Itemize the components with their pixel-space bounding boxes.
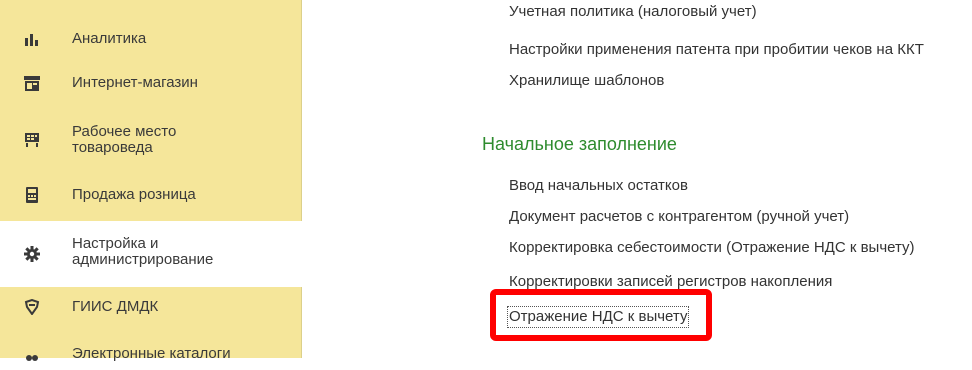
sidebar-item-label: Рабочее место товароведа — [72, 123, 177, 156]
sidebar-item-label: Настройка и администрирование — [72, 235, 214, 268]
sidebar-item-settings-administration[interactable]: Настройка и администрирование — [0, 221, 303, 287]
bar-chart-icon — [24, 31, 40, 47]
link-patent-settings[interactable]: Настройки применения патента при пробити… — [509, 41, 924, 59]
section-title: Начальное заполнение — [482, 134, 677, 154]
link-initial-balances[interactable]: Ввод начальных остатков — [509, 177, 688, 195]
sidebar-item-retail-sales[interactable]: Продажа розница — [0, 180, 302, 210]
storefront-icon — [24, 75, 40, 91]
link-vat-deduction[interactable]: Отражение НДС к вычету — [506, 306, 690, 328]
cart-icon — [24, 132, 40, 148]
catalog-icon — [24, 352, 40, 368]
gem-icon — [24, 299, 40, 315]
link-counterparty-settlements[interactable]: Документ расчетов с контрагентом (ручной… — [509, 208, 849, 226]
link-template-storage[interactable]: Хранилище шаблонов — [509, 72, 664, 90]
sidebar-item-analytics[interactable]: Аналитика — [0, 24, 302, 54]
sidebar-item-merchandiser-workplace[interactable]: Рабочее место товароведа — [0, 120, 302, 160]
register-icon — [24, 187, 40, 203]
sidebar-item-label: Интернет-магазин — [72, 74, 198, 91]
sidebar-item-label: Электронные каталоги — [72, 345, 231, 362]
sidebar-item-label: Аналитика — [72, 30, 147, 47]
sidebar-item-label: Продажа розница — [72, 186, 196, 203]
sidebar-item-electronic-catalogs[interactable]: Электронные каталоги — [0, 340, 302, 370]
link-cost-adjustment[interactable]: Корректировка себестоимости (Отражение Н… — [509, 239, 915, 257]
sidebar-item-label: ГИИС ДМДК — [72, 298, 159, 315]
link-accounting-policy-tax[interactable]: Учетная политика (налоговый учет) — [509, 3, 757, 21]
sidebar: Аналитика Интернет-магазин Рабочее место… — [0, 0, 303, 362]
sidebar-item-online-store[interactable]: Интернет-магазин — [0, 68, 302, 98]
gear-icon — [24, 246, 40, 262]
sidebar-item-giis-dmdk[interactable]: ГИИС ДМДК — [0, 292, 302, 322]
main-content: Учетная политика (налоговый учет) Настро… — [303, 0, 972, 358]
